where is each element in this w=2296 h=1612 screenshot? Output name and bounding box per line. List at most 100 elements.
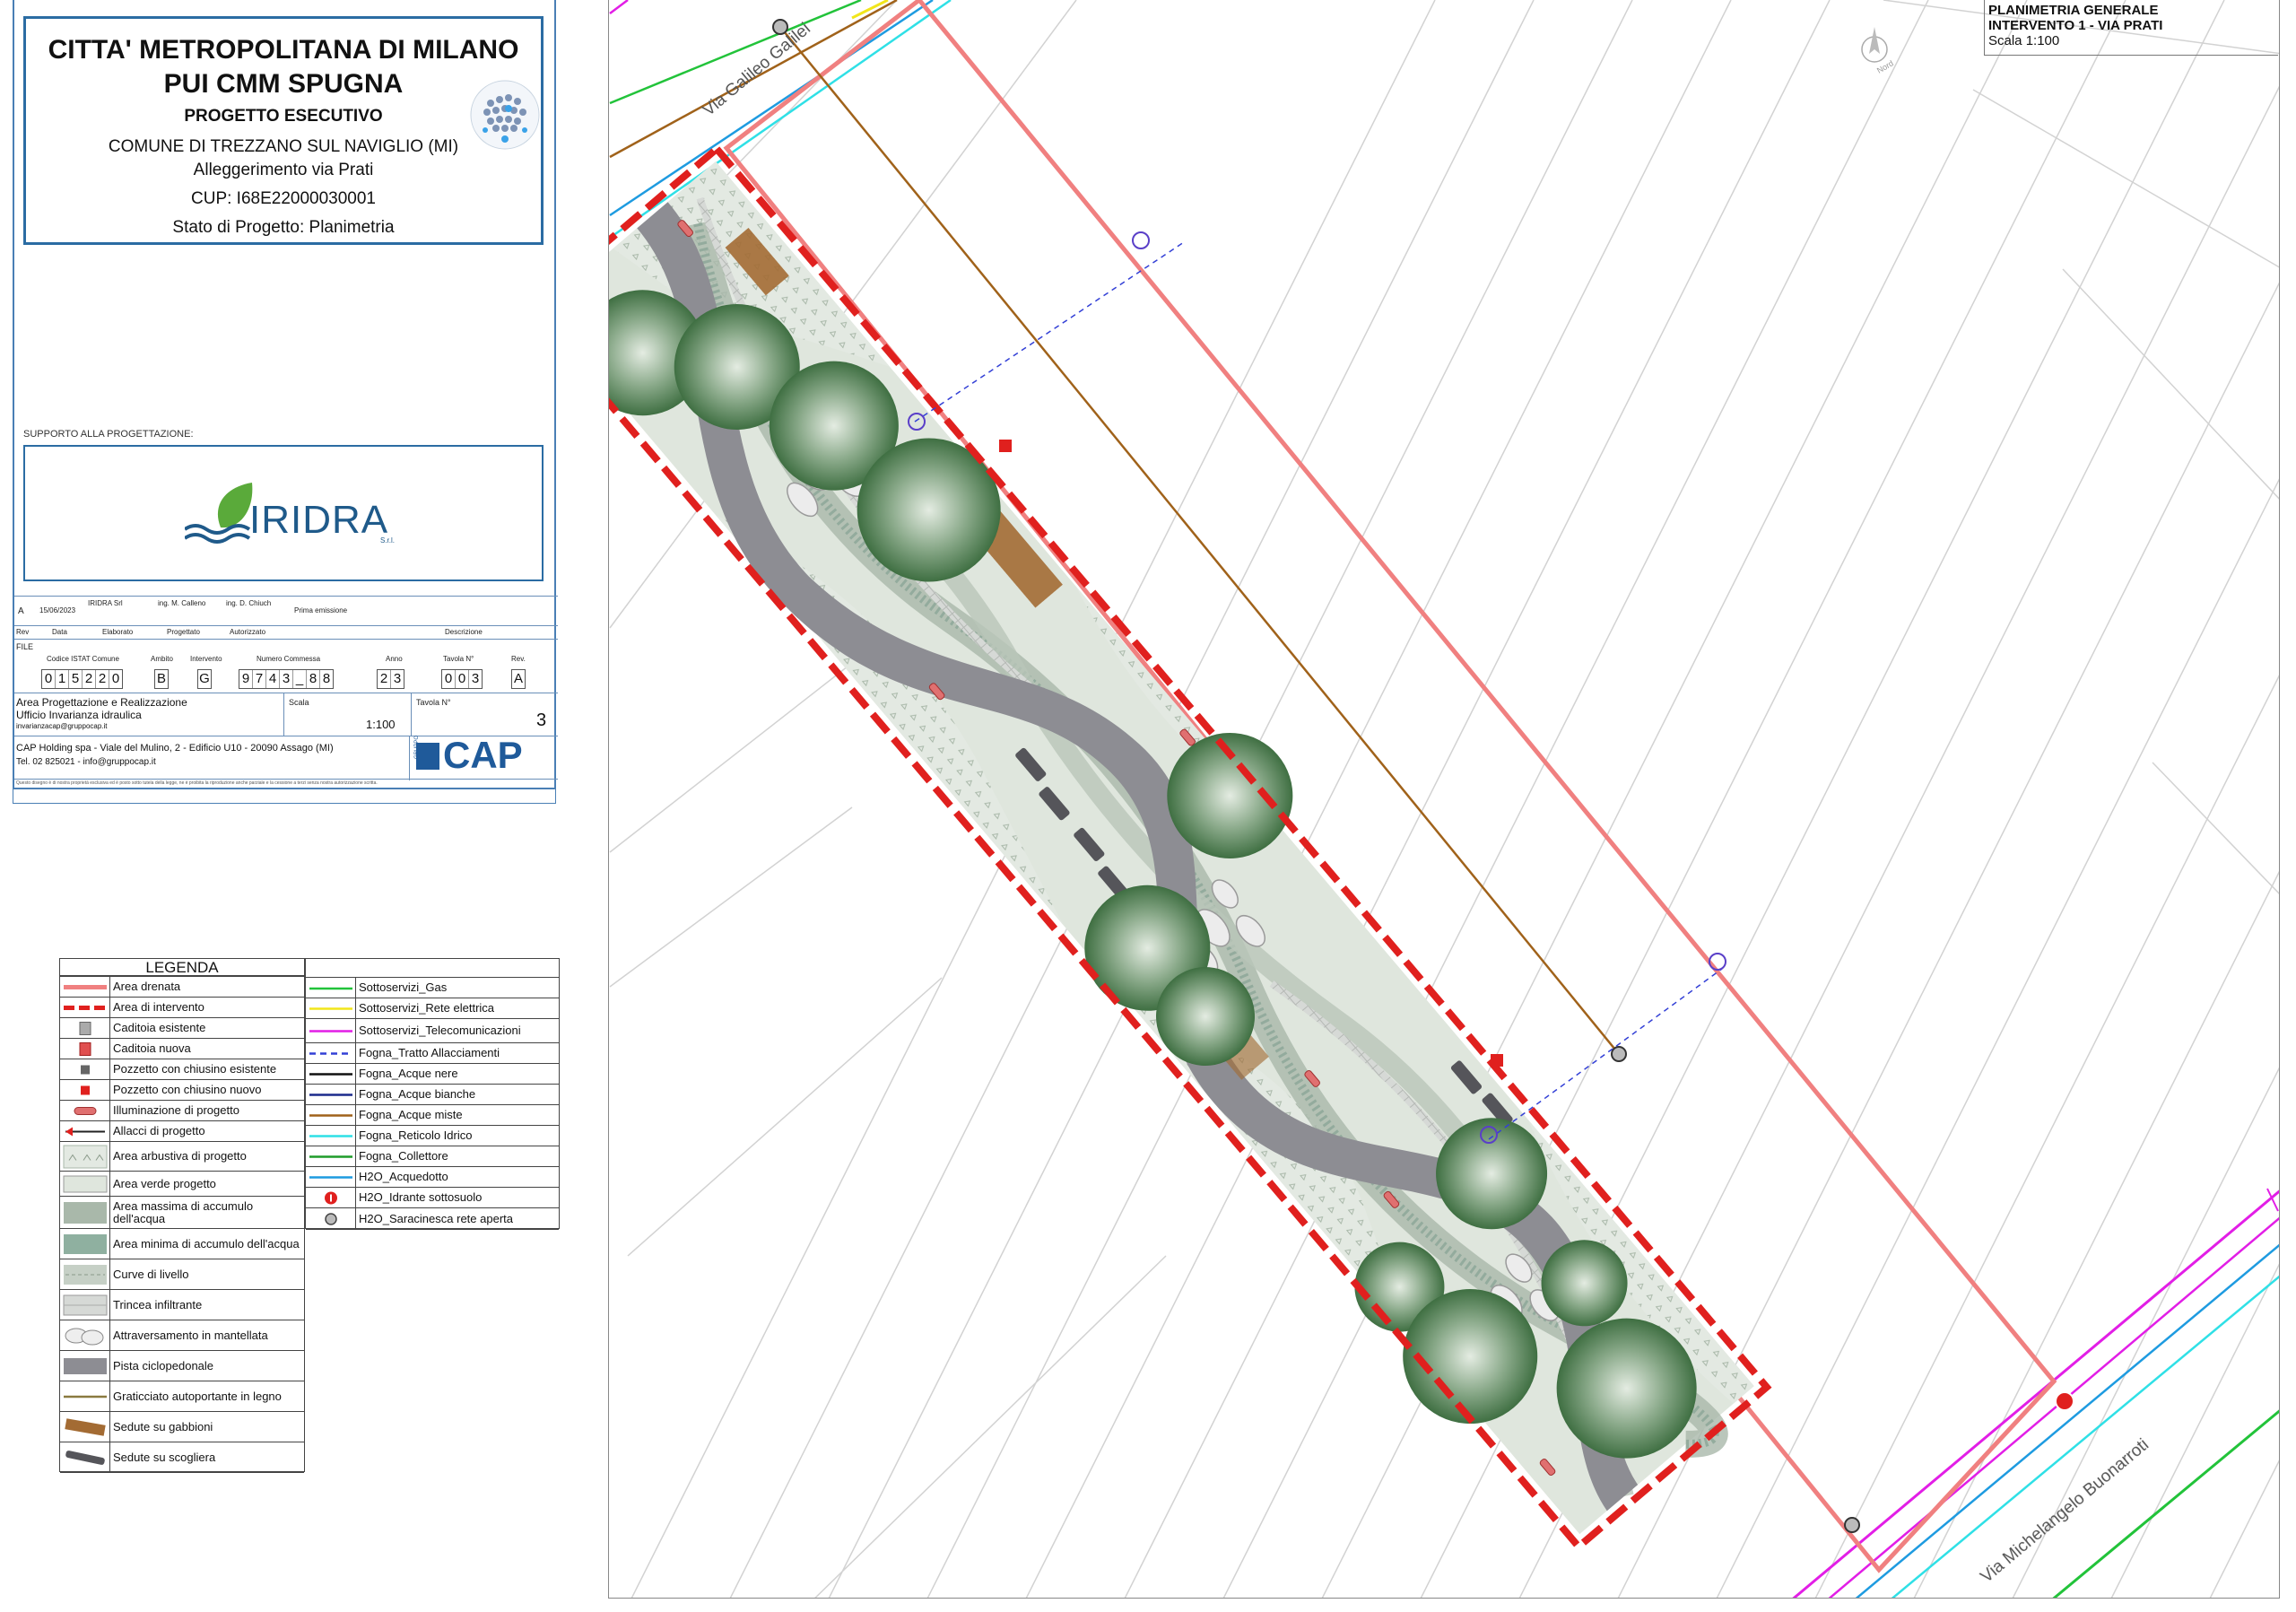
teal-green-fill-icon: [60, 1229, 110, 1259]
legend-item-gray-fill: Pista ciclopedonale: [60, 1351, 304, 1381]
olive-line-icon: [60, 1381, 110, 1411]
brown-bench-icon: [60, 1412, 110, 1442]
line-swatch-icon: [306, 1064, 356, 1084]
line-swatch-icon: [306, 1085, 356, 1104]
legend-item-red-square: Pozzetto con chiusino nuovo: [60, 1080, 304, 1101]
iridra-logo-text: IRIDRA: [249, 498, 389, 542]
gray-bench-icon: [60, 1442, 110, 1472]
legend-label: Attraversamento in mantellata: [113, 1328, 268, 1342]
rev-header-progettato: Progettato: [167, 628, 200, 636]
line-swatch-icon: [306, 1019, 356, 1042]
legend-label: Area massima di accumulo dell'acqua: [113, 1198, 254, 1225]
code-rev: A: [511, 669, 526, 689]
code-header-rev: Rev.: [511, 655, 526, 663]
legend-item-gray-bench: Sedute su scogliera: [60, 1442, 304, 1473]
legend-item-contour-lines: Curve di livello: [60, 1259, 304, 1290]
gray-grate-icon: [60, 1018, 110, 1038]
legend-label: Sedute su scogliera: [113, 1450, 216, 1464]
valve-icon: [1611, 1046, 1627, 1062]
legend-label: Pozzetto con chiusino nuovo: [113, 1083, 262, 1096]
legend-label: Illuminazione di progetto: [113, 1103, 239, 1117]
cap-logo-text: CAP: [443, 734, 523, 776]
legend-item-trench-pattern: Trincea infiltrante: [60, 1290, 304, 1320]
legend-item-line: Fogna_Acque nere: [306, 1064, 559, 1085]
legend-label: Area verde progetto: [113, 1176, 216, 1190]
legend-item-gray-square: Pozzetto con chiusino esistente: [60, 1059, 304, 1080]
gray-fill-icon: [60, 1351, 110, 1381]
legend-item-line: Fogna_Acque miste: [306, 1105, 559, 1126]
new-manhole-icon: [1491, 1054, 1503, 1067]
title-line2: PUI CMM SPUGNA: [163, 69, 404, 99]
legend-label: Fogna_Acque nere: [359, 1067, 458, 1080]
legend-item-connection-arrow: Allacci di progetto: [60, 1121, 304, 1142]
iridra-leaf-logo-icon: [185, 483, 253, 544]
contour-lines-icon: [60, 1259, 110, 1289]
area-line1: Area Progettazione e Realizzazione: [16, 696, 187, 709]
legend-item-valve: H2O_Saracinesca rete aperta: [306, 1208, 559, 1230]
map-content: Via Galileo Galilei Via Michelangelo Buo…: [609, 0, 2279, 1598]
code-header-tavola: Tavola N°: [443, 655, 474, 663]
legend-label: Fogna_Reticolo Idrico: [359, 1128, 473, 1142]
file-label: FILE: [16, 642, 34, 651]
rev-value: A: [18, 606, 24, 616]
red-dashed-line-icon: [60, 998, 110, 1017]
legend-label: Sottoservizi_Telecomunicazioni: [359, 1024, 521, 1037]
code-header-istat: Codice ISTAT Comune: [47, 655, 119, 663]
cap-logo-side: GRUPPO: [414, 735, 420, 759]
lamp-icon: [60, 1101, 110, 1120]
sheet-title: PLANIMETRIA GENERALE: [1988, 3, 2159, 18]
support-label: SUPPORTO ALLA PROGETTAZIONE:: [23, 429, 194, 440]
line-swatch-icon: [306, 998, 356, 1018]
light-green-fill-icon: [60, 1172, 110, 1196]
line-swatch-icon: [306, 1146, 356, 1166]
legend-label: Area di intervento: [113, 1000, 204, 1014]
title-block: CITTA' METROPOLITANA DI MILANO PUI CMM S…: [13, 0, 558, 789]
title-line1: CITTA' METROPOLITANA DI MILANO: [48, 35, 519, 65]
area-line2: Ufficio Invarianza idraulica: [16, 709, 142, 721]
legend-label: Pozzetto con chiusino esistente: [113, 1062, 277, 1076]
legend-right-column: Sottoservizi_Gas Sottoservizi_Rete elettr…: [305, 958, 560, 1230]
legend-label: Trincea infiltrante: [113, 1297, 203, 1311]
legend-label: Sedute su gabbioni: [113, 1419, 213, 1433]
valve-icon: [1844, 1517, 1860, 1533]
rev-date: 15/06/2023: [39, 606, 76, 614]
connection-arrow-icon: [60, 1121, 110, 1141]
code-intervento: G: [197, 669, 212, 689]
tavola-value: 3: [536, 710, 547, 730]
legend-label: Allacci di progetto: [113, 1124, 205, 1137]
legend-label: Fogna_Acque bianche: [359, 1087, 476, 1101]
red-square-icon: [60, 1080, 110, 1100]
pink-line-icon: [60, 977, 110, 997]
legend-item-shrub-pattern: Area arbustiva di progetto: [60, 1142, 304, 1172]
cmm-logo-icon: [470, 80, 540, 150]
street-label-bottom: Via Michelangelo Buonarroti: [1978, 1435, 2152, 1587]
north-arrow-icon: Nord: [1861, 27, 1895, 75]
title-line3: PROGETTO ESECUTIVO: [184, 107, 383, 126]
project-area: [609, 144, 1772, 1552]
footer-note: Questo disegno è di nostra proprietà esc…: [16, 780, 378, 786]
rev-header-descrizione: Descrizione: [445, 628, 483, 636]
rev-header-rev: Rev: [16, 628, 30, 636]
scala-value: 1:100: [366, 718, 396, 731]
code-header-intervento: Intervento: [190, 655, 222, 663]
code-ambito: B: [154, 669, 169, 689]
project-title-box: CITTA' METROPOLITANA DI MILANO PUI CMM S…: [23, 16, 544, 245]
legend-label: Fogna_Collettore: [359, 1149, 448, 1163]
legend-item-line: Sottoservizi_Gas: [306, 977, 559, 998]
line-swatch-icon: [306, 1043, 356, 1063]
mid-green-fill-icon: [60, 1197, 110, 1228]
rev-description: Prima emissione: [294, 606, 348, 614]
legend-label: Pista ciclopedonale: [113, 1358, 214, 1372]
hydrant-icon: [306, 1188, 356, 1207]
rev-header-autorizzato: Autorizzato: [230, 628, 266, 636]
legend-label: H2O_Acquedotto: [359, 1170, 448, 1183]
legend-item-red-dashed-line: Area di intervento: [60, 998, 304, 1018]
code-header-anno: Anno: [386, 655, 403, 663]
legend-item-line: Sottoservizi_Rete elettrica: [306, 998, 559, 1019]
code-anno: 23: [377, 669, 404, 689]
legend-label: Sottoservizi_Gas: [359, 980, 448, 994]
legend-item-mid-green-fill: Area massima di accumulo dell'acqua: [60, 1197, 304, 1229]
legend-item-pink-line: Area drenata: [60, 977, 304, 998]
legend-item-olive-line: Graticciato autoportante in legno: [60, 1381, 304, 1412]
iridra-logo-sub: S.r.l.: [380, 536, 396, 545]
